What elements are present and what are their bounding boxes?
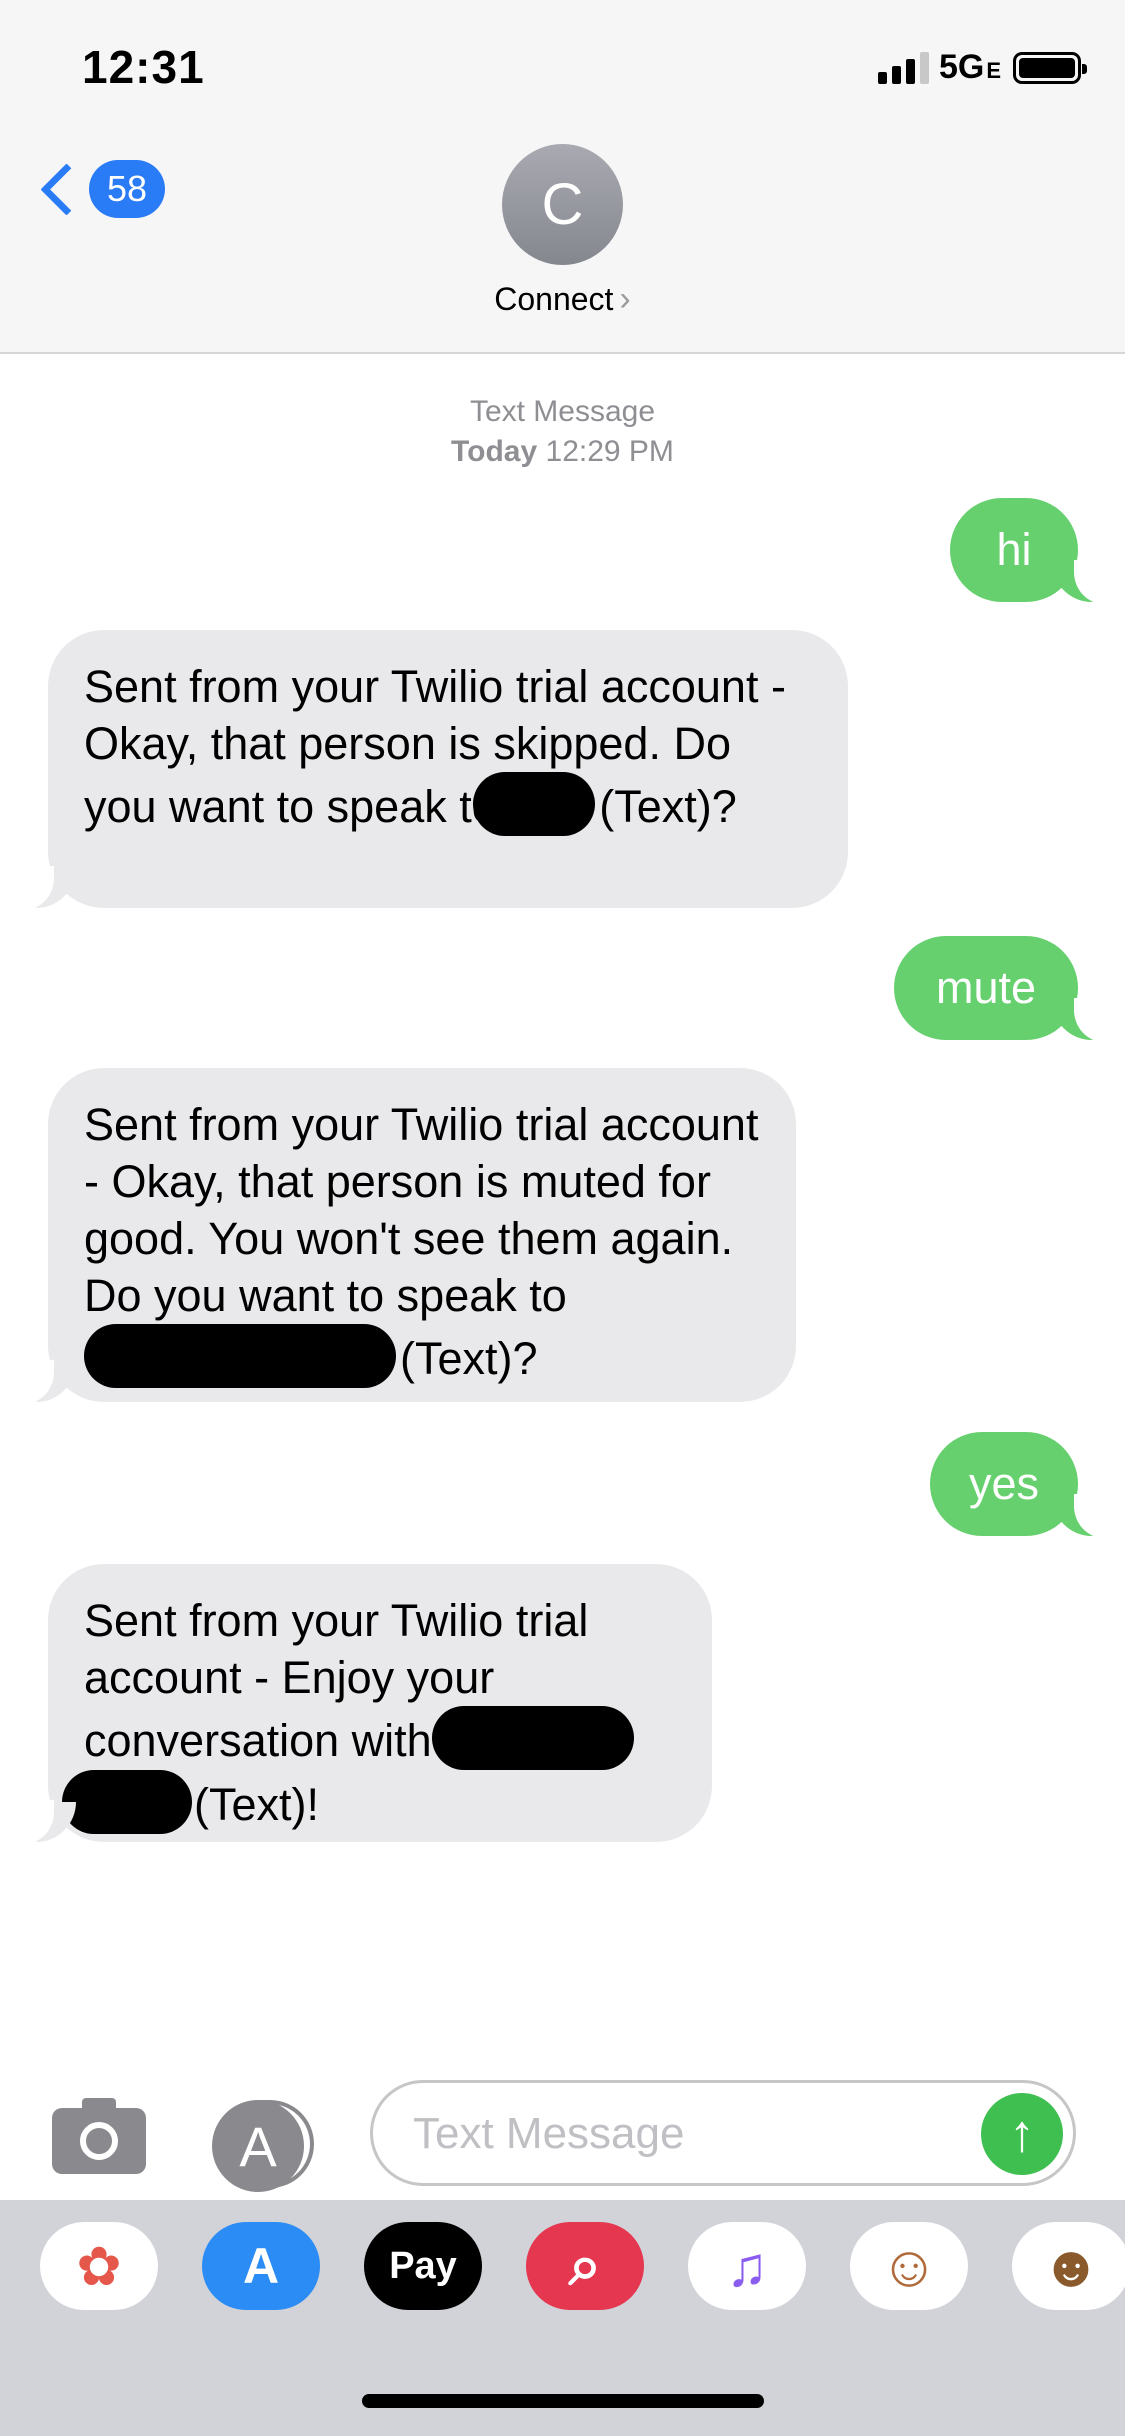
chevron-left-icon	[40, 162, 93, 216]
status-time: 12:31	[82, 41, 205, 93]
message-composer: A ↑	[0, 2080, 1125, 2200]
message-input[interactable]	[411, 2083, 975, 2185]
bubble-tail	[1052, 1494, 1120, 1538]
message-text: (Text)!	[194, 1779, 320, 1830]
bubble-tail	[8, 1360, 76, 1404]
contact-name-button[interactable]: Connect ›	[0, 280, 1125, 319]
animoji-app-icon[interactable]: ☻	[1012, 2222, 1125, 2310]
bubble-tail	[1052, 998, 1120, 1042]
battery-icon	[1013, 51, 1087, 84]
unread-count-badge: 58	[89, 160, 165, 218]
incoming-message[interactable]: Sent from your Twilio trial account - Ok…	[48, 630, 848, 908]
redacted-name	[84, 1324, 396, 1388]
outgoing-message[interactable]: hi	[950, 498, 1078, 602]
bubble-tail	[8, 1800, 76, 1844]
message-text: (Text)?	[599, 781, 737, 832]
redacted-name	[473, 772, 596, 836]
incoming-message[interactable]: Sent from your Twilio trial account - Ok…	[48, 1068, 796, 1402]
outgoing-message[interactable]: mute	[894, 936, 1078, 1040]
camera-icon[interactable]	[52, 2098, 146, 2174]
web-search-app-icon[interactable]: ⌕	[526, 2222, 644, 2310]
chevron-right-icon: ›	[619, 280, 631, 318]
music-app-icon[interactable]: ♫	[688, 2222, 806, 2310]
redacted-name	[62, 1770, 192, 1834]
timestamp-time: 12:29 PM	[545, 435, 674, 468]
message-text: yes	[968, 1458, 1040, 1509]
app-store-app-icon[interactable]: A	[202, 2222, 320, 2310]
memoji-app-icon[interactable]: ☺	[850, 2222, 968, 2310]
signal-icon	[877, 51, 929, 84]
outgoing-message[interactable]: yes	[930, 1432, 1078, 1536]
incoming-message[interactable]: Sent from your Twilio trial account - En…	[48, 1564, 712, 1842]
thread-timestamp: Text Message Today 12:29 PM	[0, 392, 1125, 472]
photos-app-icon[interactable]: ✿	[40, 2222, 158, 2310]
home-indicator[interactable]	[362, 2394, 764, 2408]
timestamp-day: Today	[451, 435, 538, 468]
message-field[interactable]: ↑	[370, 2080, 1076, 2186]
contact-name: Connect	[494, 281, 614, 317]
app-store-icon[interactable]: A	[212, 2100, 304, 2192]
conversation-header: 12:31 5GE 58 C Connect ›	[0, 0, 1125, 354]
message-text: hi	[996, 524, 1032, 575]
send-button[interactable]: ↑	[981, 2093, 1063, 2175]
message-text: Sent from your Twilio trial account - Ok…	[84, 1099, 759, 1321]
bubble-tail	[8, 866, 76, 910]
bubble-tail	[1052, 560, 1120, 604]
redacted-name	[431, 1706, 634, 1770]
timestamp-label: Text Message	[469, 395, 656, 428]
message-text: (Text)?	[400, 1333, 538, 1384]
contact-avatar[interactable]: C	[502, 144, 623, 265]
message-text: mute	[935, 962, 1037, 1013]
status-indicators: 5GE	[877, 48, 1087, 87]
back-button[interactable]: 58	[36, 160, 165, 218]
network-label: 5GE	[938, 48, 1001, 86]
apple-pay-app-icon[interactable]: Pay	[364, 2222, 482, 2310]
